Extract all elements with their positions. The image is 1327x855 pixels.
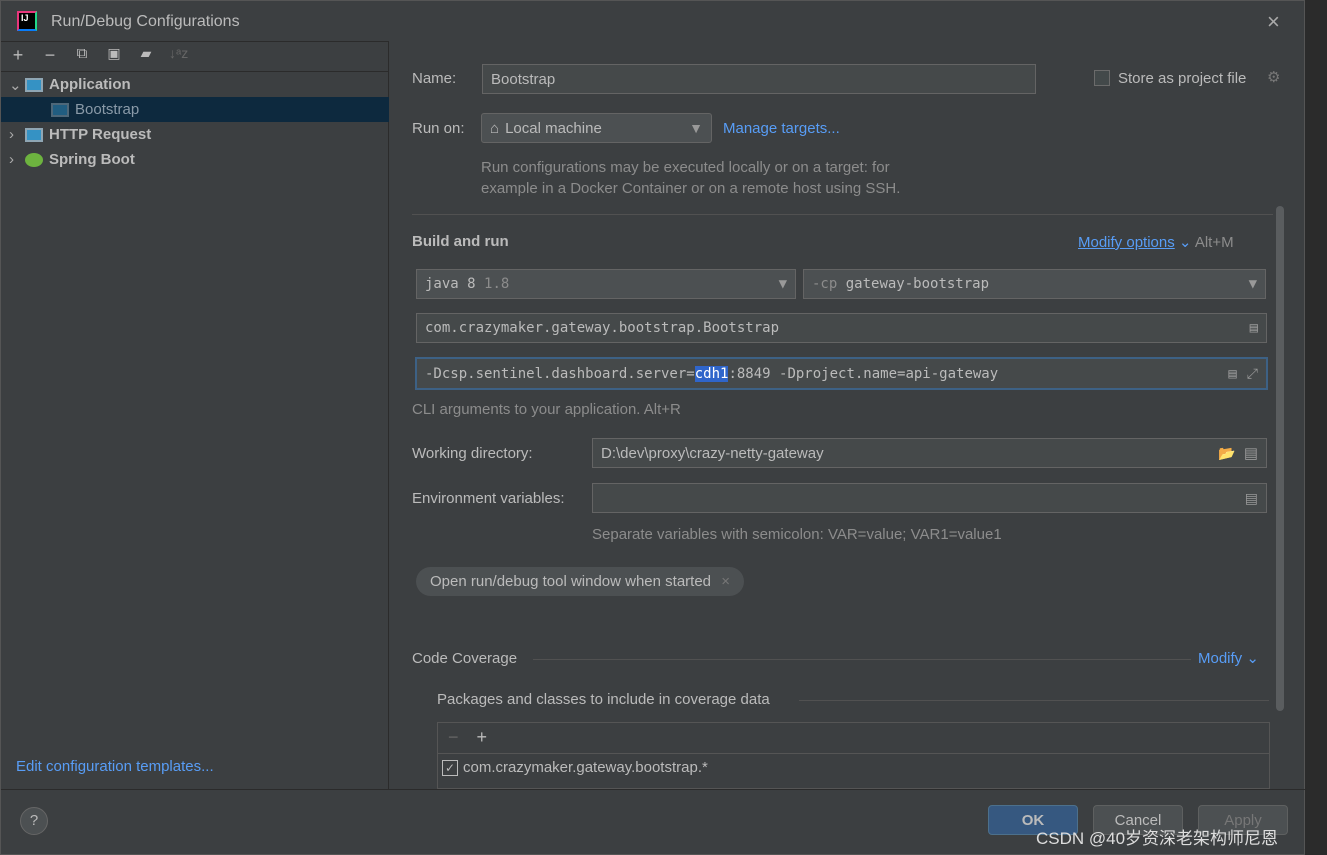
coverage-item[interactable]: ✓ com.crazymaker.gateway.bootstrap.* <box>438 754 1269 781</box>
remove-icon[interactable]: − <box>41 45 59 66</box>
application-icon <box>51 102 69 117</box>
close-icon[interactable]: × <box>721 573 730 590</box>
args-hint: CLI arguments to your application. Alt+R <box>412 401 681 418</box>
browse-icon[interactable]: ▤ <box>1245 490 1258 507</box>
run-on-hint: example in a Docker Container or on a re… <box>481 180 901 197</box>
chevron-down-icon: ⌄ <box>1178 234 1192 251</box>
help-button[interactable]: ? <box>20 807 48 835</box>
env-input[interactable]: ▤ <box>592 483 1267 513</box>
build-run-heading: Build and run <box>412 233 509 250</box>
add-icon[interactable]: + <box>9 45 27 66</box>
env-hint: Separate variables with semicolon: VAR=v… <box>592 526 1002 543</box>
scrollbar[interactable] <box>1276 206 1284 711</box>
divider <box>412 214 1273 215</box>
dialog-title: Run/Debug Configurations <box>51 13 240 30</box>
name-label: Name: <box>412 70 457 87</box>
tree-toolbar: + − ⧉ ▣ ▰ ↓ᵃz <box>9 45 188 66</box>
gear-icon[interactable]: ⚙ <box>1267 68 1280 86</box>
dropdown-arrow-icon: ▼ <box>689 120 703 136</box>
chevron-right-icon[interactable]: › <box>9 151 25 168</box>
watermark: CSDN @40岁资深老架构师尼恩 <box>1036 829 1279 848</box>
checkbox-checked-icon[interactable]: ✓ <box>442 759 458 776</box>
close-icon[interactable]: × <box>1267 9 1280 35</box>
tree-item-application[interactable]: ⌄ Application <box>1 72 389 97</box>
coverage-list: − + ✓ com.crazymaker.gateway.bootstrap.* <box>437 722 1270 789</box>
browse-icon[interactable]: ▤ <box>1250 320 1258 336</box>
manage-targets-link[interactable]: Manage targets... <box>723 120 840 137</box>
chevron-right-icon[interactable]: › <box>9 126 25 143</box>
program-arguments-input[interactable]: -Dcsp.sentinel.dashboard.server= cdh1:884… <box>415 357 1268 390</box>
packages-label: Packages and classes to include in cover… <box>437 691 770 708</box>
expand-icon[interactable]: ⤢ <box>1247 366 1258 382</box>
browse-icon[interactable]: ▤ <box>1244 444 1258 462</box>
chevron-down-icon[interactable]: ⌄ <box>9 76 25 94</box>
divider <box>1 789 1306 790</box>
coverage-heading: Code Coverage <box>412 650 518 667</box>
name-input[interactable]: Bootstrap <box>482 64 1036 94</box>
run-debug-dialog: IJ Run/Debug Configurations × + − ⧉ ▣ ▰ … <box>0 0 1306 855</box>
folder-icon[interactable]: 📂 <box>1218 445 1235 462</box>
run-on-select[interactable]: ⌂ Local machine ▼ <box>481 113 712 143</box>
application-icon <box>25 77 43 92</box>
config-tree: ⌄ Application Bootstrap › HTTP Request › Sp… <box>1 71 389 172</box>
api-icon <box>25 127 43 142</box>
sort-icon[interactable]: ↓ᵃz <box>169 45 188 66</box>
workdir-input[interactable]: D:\dev\proxy\crazy-netty-gateway 📂 ▤ <box>592 438 1267 468</box>
jdk-select[interactable]: java 8 1.8 ▼ <box>416 269 796 299</box>
env-label: Environment variables: <box>412 490 565 507</box>
browse-icon[interactable]: ▤ <box>1228 366 1236 382</box>
classpath-select[interactable]: -cp gateway-bootstrap ▼ <box>803 269 1266 299</box>
add-icon[interactable]: + <box>477 727 488 749</box>
store-checkbox[interactable] <box>1094 70 1110 86</box>
dropdown-arrow-icon: ▼ <box>1248 276 1257 292</box>
intellij-logo-icon: IJ <box>17 11 37 31</box>
run-on-hint: Run configurations may be executed local… <box>481 159 890 176</box>
tree-item-spring-boot[interactable]: › Spring Boot <box>1 147 389 172</box>
main-class-input[interactable]: com.crazymaker.gateway.bootstrap.Bootstr… <box>416 313 1267 343</box>
folder-add-icon[interactable]: ▰ <box>137 45 155 66</box>
divider <box>533 659 1191 660</box>
workdir-label: Working directory: <box>412 445 533 462</box>
tree-item-bootstrap[interactable]: Bootstrap <box>1 97 389 122</box>
run-on-label: Run on: <box>412 120 465 137</box>
save-icon[interactable]: ▣ <box>105 45 123 66</box>
edit-templates-link[interactable]: Edit configuration templates... <box>16 758 214 775</box>
tree-item-http-request[interactable]: › HTTP Request <box>1 122 389 147</box>
home-icon: ⌂ <box>490 119 500 137</box>
tool-window-option-chip[interactable]: Open run/debug tool window when started … <box>416 567 744 596</box>
divider <box>799 700 1269 701</box>
modify-options-link[interactable]: Modify options ⌄ Alt+M <box>1078 233 1234 251</box>
coverage-modify-link[interactable]: Modify ⌄ <box>1198 649 1259 667</box>
store-label: Store as project file <box>1118 70 1247 87</box>
remove-icon[interactable]: − <box>448 727 459 749</box>
dropdown-arrow-icon: ▼ <box>778 276 787 292</box>
copy-icon[interactable]: ⧉ <box>73 45 91 66</box>
spring-boot-icon <box>25 152 43 167</box>
